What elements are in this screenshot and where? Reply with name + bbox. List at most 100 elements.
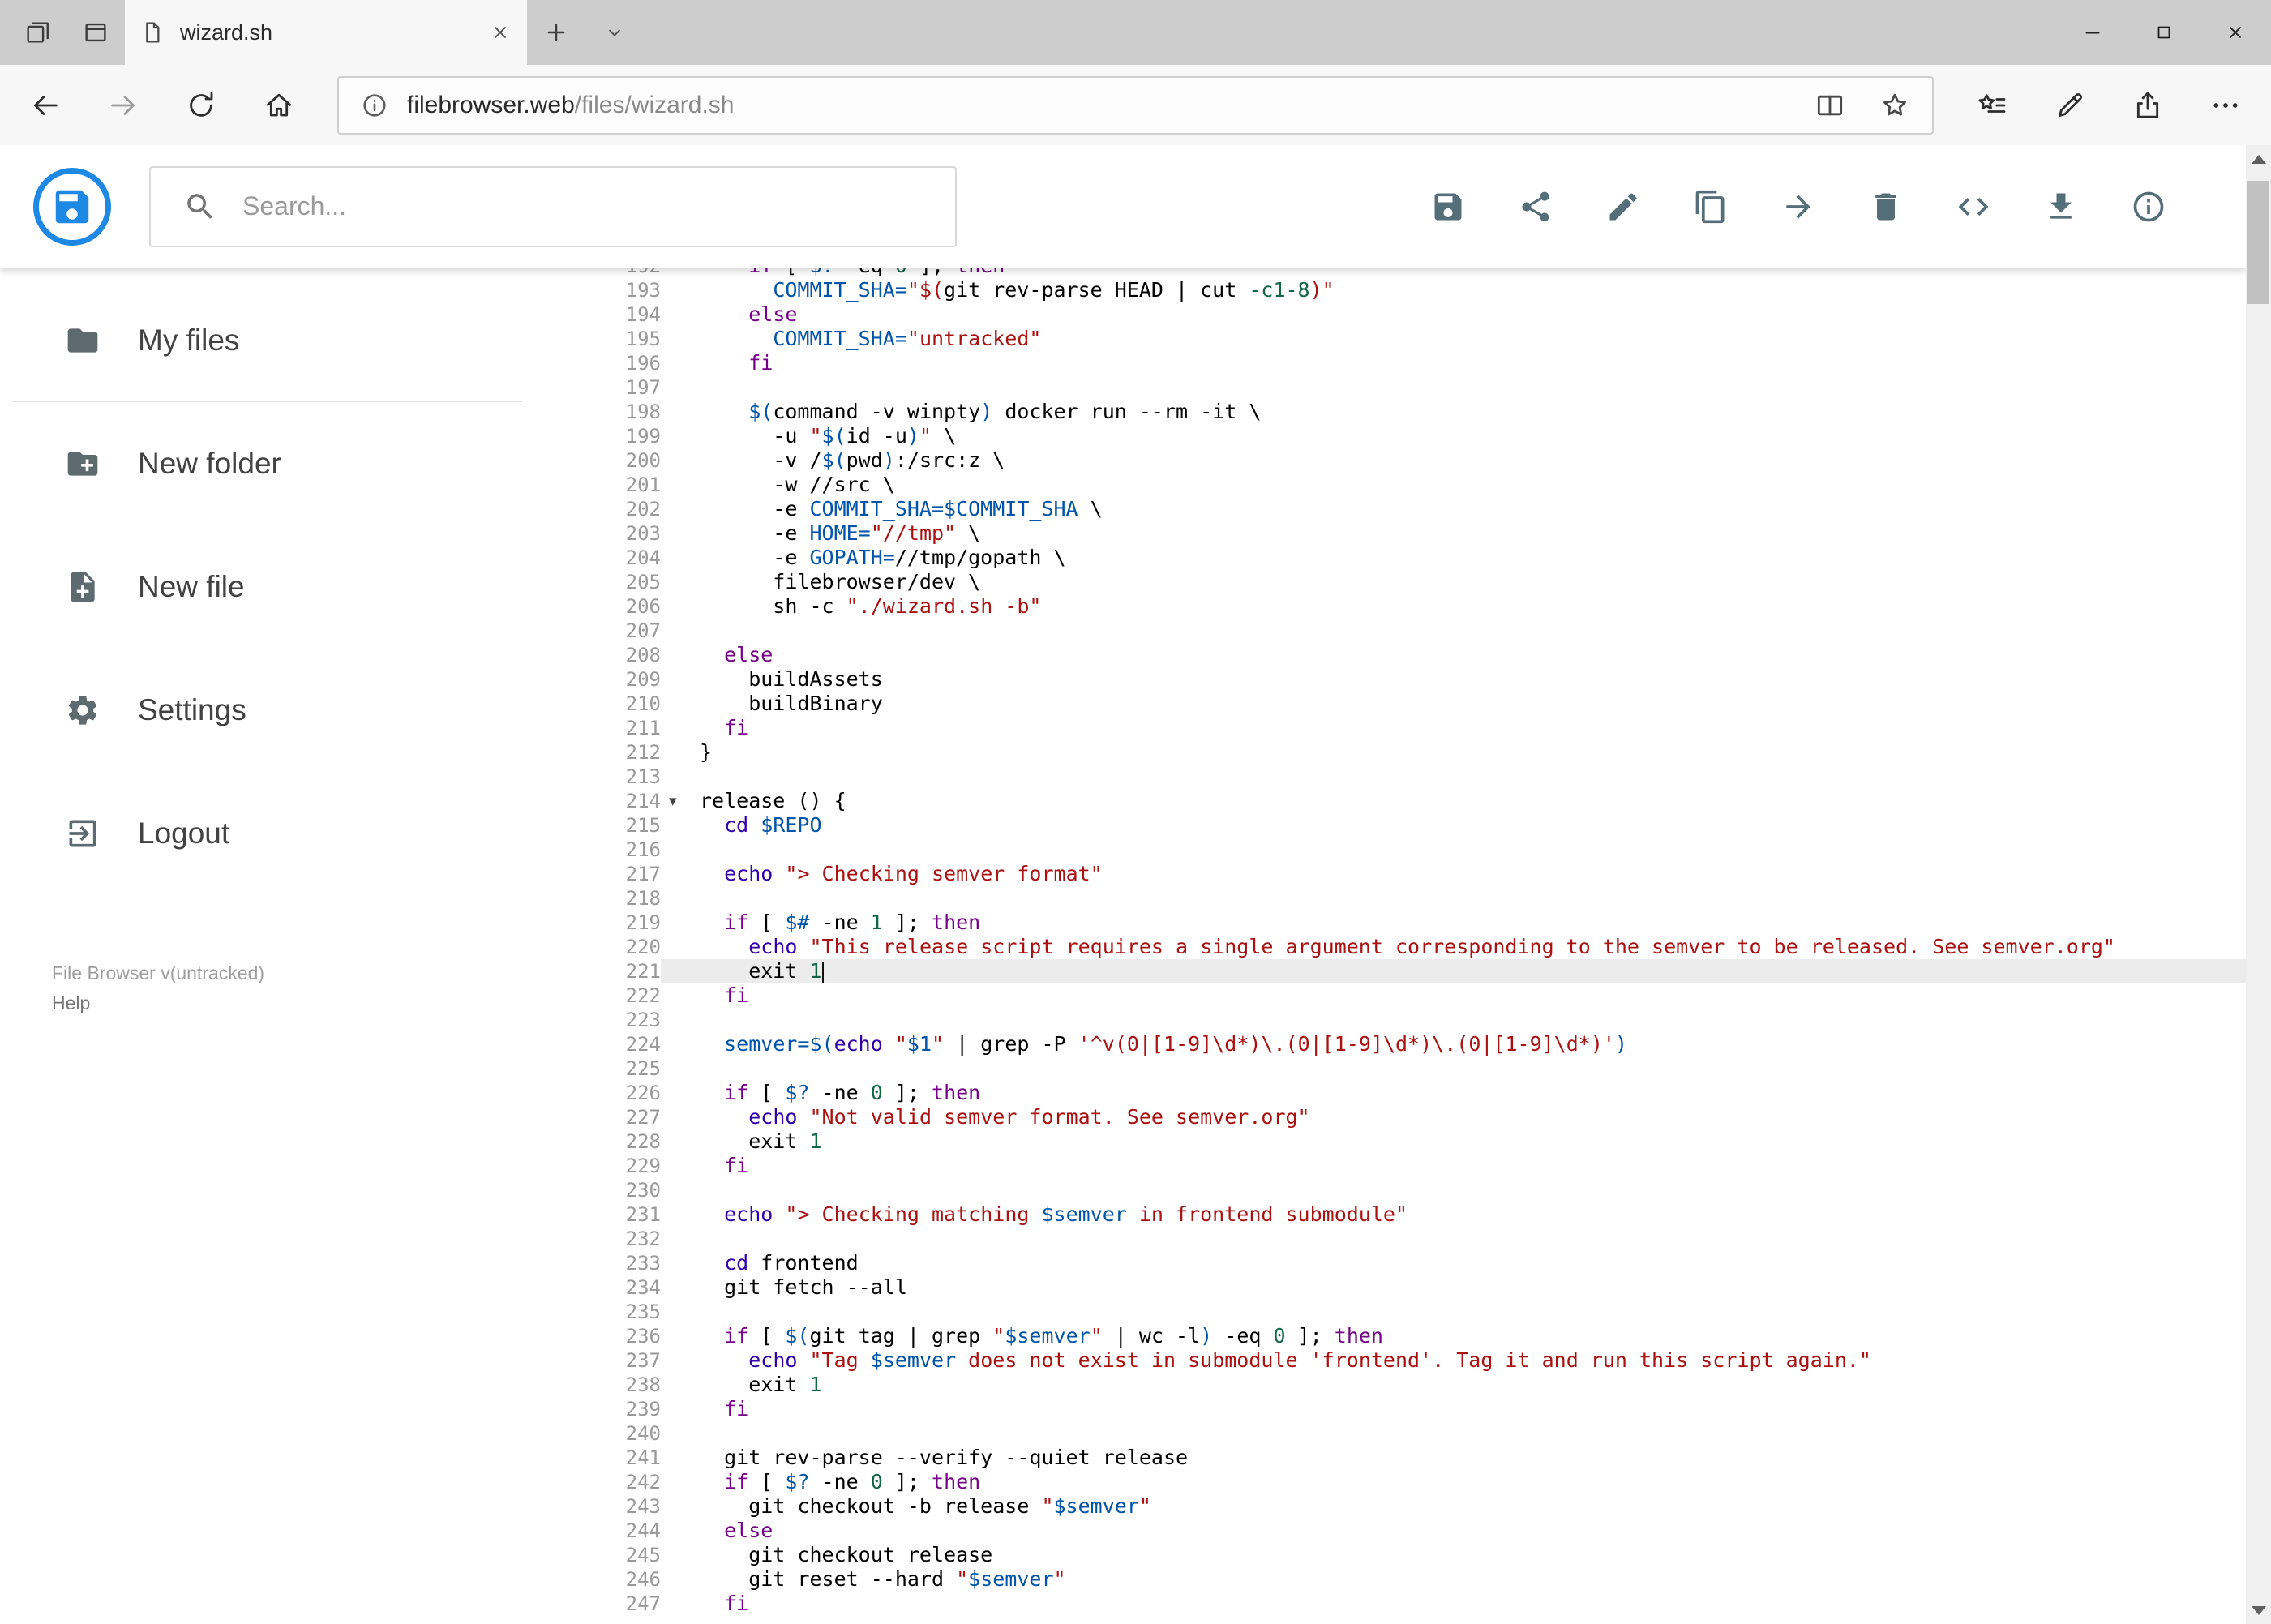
save-button[interactable] <box>1430 189 1466 225</box>
code-line[interactable]: 199 -u "$(id -u)" \ <box>568 424 2246 448</box>
code-line[interactable]: 213 <box>568 765 2246 789</box>
code-line[interactable]: 207 <box>568 619 2246 643</box>
code-line[interactable]: 197 <box>568 375 2246 400</box>
code-line[interactable]: 196 fi <box>568 351 2246 375</box>
code-line[interactable]: 225 <box>568 1056 2246 1081</box>
move-button[interactable] <box>1780 189 1816 225</box>
code-line[interactable]: 230 <box>568 1178 2246 1202</box>
code-line[interactable]: 203 -e HOME="//tmp" \ <box>568 521 2246 546</box>
set-tabs-aside-icon[interactable] <box>66 0 125 65</box>
address-bar[interactable]: filebrowser.web/files/wizard.sh <box>337 75 1934 135</box>
scrollbar-thumb[interactable] <box>2247 181 2269 304</box>
tab-close-icon[interactable] <box>490 22 511 43</box>
code-line[interactable]: 222 fi <box>568 983 2246 1008</box>
more-button[interactable] <box>2187 65 2265 145</box>
sidebar-item-my-files[interactable]: My files <box>0 279 568 402</box>
code-line[interactable]: 218 <box>568 886 2246 911</box>
sidebar-item-new-folder[interactable]: New folder <box>0 402 568 525</box>
code-line[interactable]: 227 echo "Not valid semver format. See s… <box>568 1105 2246 1129</box>
code-line[interactable]: 240 <box>568 1421 2246 1446</box>
code-line[interactable]: 193 COMMIT_SHA="$(git rev-parse HEAD | c… <box>568 278 2246 302</box>
code-line[interactable]: 247 fi <box>568 1592 2246 1616</box>
code-line[interactable]: 242 if [ $? -ne 0 ]; then <box>568 1470 2246 1494</box>
code-line[interactable]: 200 -v /$(pwd):/src:z \ <box>568 448 2246 473</box>
code-line[interactable]: 237 echo "Tag $semver does not exist in … <box>568 1348 2246 1373</box>
home-button[interactable] <box>240 65 318 145</box>
code-line[interactable]: 194 else <box>568 302 2246 327</box>
code-line[interactable]: 224 semver=$(echo "$1" | grep -P '^v(0|[… <box>568 1032 2246 1056</box>
code-line[interactable]: 198 $(command -v winpty) docker run --rm… <box>568 400 2246 424</box>
filebrowser-logo[interactable] <box>33 167 111 246</box>
browser-tab[interactable]: wizard.sh <box>125 0 527 65</box>
hub-button[interactable] <box>1953 65 2031 145</box>
code-line[interactable]: 228 exit 1 <box>568 1129 2246 1154</box>
code-editor[interactable]: 192 if [ $? -eq 0 ]; then193 COMMIT_SHA=… <box>568 268 2246 1624</box>
code-line[interactable]: 214 ▾ release () { <box>568 789 2246 813</box>
code-line[interactable]: 231 echo "> Checking matching $semver in… <box>568 1202 2246 1227</box>
code-line[interactable]: 226 if [ $? -ne 0 ]; then <box>568 1081 2246 1105</box>
code-line[interactable]: 192 if [ $? -eq 0 ]; then <box>568 268 2246 278</box>
info-button[interactable] <box>2131 189 2166 225</box>
code-line[interactable]: 246 git reset --hard "$semver" <box>568 1567 2246 1592</box>
rename-button[interactable] <box>1605 189 1641 225</box>
site-info-icon[interactable] <box>360 91 389 120</box>
code-line[interactable]: 208 else <box>568 643 2246 667</box>
code-line[interactable]: 223 <box>568 1008 2246 1032</box>
help-link[interactable]: Help <box>52 988 568 1018</box>
code-line[interactable]: 234 git fetch --all <box>568 1275 2246 1300</box>
vertical-scrollbar[interactable] <box>2246 145 2271 1624</box>
code-line[interactable]: 205 filebrowser/dev \ <box>568 570 2246 594</box>
forward-button[interactable] <box>84 65 162 145</box>
back-button[interactable] <box>6 65 84 145</box>
code-line[interactable]: 219 if [ $# -ne 1 ]; then <box>568 911 2246 935</box>
code-line[interactable]: 211 fi <box>568 716 2246 740</box>
code-line[interactable]: 220 echo "This release script requires a… <box>568 935 2246 959</box>
scroll-up-arrow[interactable] <box>2246 145 2271 173</box>
tab-preview-chevron-icon[interactable] <box>585 0 644 65</box>
share-edge-button[interactable] <box>2109 65 2187 145</box>
code-line[interactable]: 204 -e GOPATH=//tmp/gopath \ <box>568 546 2246 570</box>
code-line[interactable]: 216 <box>568 838 2246 862</box>
code-line[interactable]: 221 exit 1 <box>568 959 2246 983</box>
code-line[interactable]: 236 if [ $(git tag | grep "$semver" | wc… <box>568 1324 2246 1348</box>
tabs-aside-icon[interactable] <box>8 0 66 65</box>
code-line[interactable]: 209 buildAssets <box>568 667 2246 692</box>
copy-button[interactable] <box>1693 189 1729 225</box>
close-button[interactable] <box>2200 0 2271 65</box>
scroll-down-arrow[interactable] <box>2246 1596 2271 1624</box>
reading-view-icon[interactable] <box>1814 89 1846 122</box>
code-line[interactable]: 210 buildBinary <box>568 692 2246 716</box>
code-line[interactable]: 206 sh -c "./wizard.sh -b" <box>568 594 2246 619</box>
maximize-button[interactable] <box>2128 0 2200 65</box>
refresh-button[interactable] <box>162 65 240 145</box>
sidebar-item-settings[interactable]: Settings <box>0 649 568 772</box>
code-line[interactable]: 217 echo "> Checking semver format" <box>568 862 2246 886</box>
url-text[interactable]: filebrowser.web/files/wizard.sh <box>407 92 1781 119</box>
code-line[interactable]: 202 -e COMMIT_SHA=$COMMIT_SHA \ <box>568 497 2246 521</box>
code-line[interactable]: 243 git checkout -b release "$semver" <box>568 1494 2246 1519</box>
code-line[interactable]: 244 else <box>568 1519 2246 1543</box>
web-note-button[interactable] <box>2031 65 2109 145</box>
favorite-star-icon[interactable] <box>1879 89 1911 122</box>
code-line[interactable]: 238 exit 1 <box>568 1373 2246 1397</box>
code-line[interactable]: 215 cd $REPO <box>568 813 2246 838</box>
code-line[interactable]: 201 -w //src \ <box>568 473 2246 497</box>
share-button[interactable] <box>1518 189 1553 225</box>
code-line[interactable]: 233 cd frontend <box>568 1251 2246 1275</box>
code-line[interactable]: 229 fi <box>568 1154 2246 1178</box>
code-line[interactable]: 245 git checkout release <box>568 1543 2246 1567</box>
code-line[interactable]: 239 fi <box>568 1397 2246 1421</box>
minimize-button[interactable] <box>2057 0 2128 65</box>
new-tab-button[interactable] <box>527 0 585 65</box>
fold-marker-icon[interactable]: ▾ <box>669 789 677 813</box>
raw-editor-button[interactable] <box>1956 189 1991 225</box>
sidebar-item-logout[interactable]: Logout <box>0 772 568 895</box>
search-input[interactable] <box>149 165 957 247</box>
download-button[interactable] <box>2043 189 2079 225</box>
code-line[interactable]: 241 git rev-parse --verify --quiet relea… <box>568 1446 2246 1470</box>
code-line[interactable]: 232 <box>568 1227 2246 1251</box>
sidebar-item-new-file[interactable]: New file <box>0 525 568 649</box>
delete-button[interactable] <box>1868 189 1904 225</box>
code-line[interactable]: 195 COMMIT_SHA="untracked" <box>568 327 2246 351</box>
code-line[interactable]: 212} <box>568 740 2246 765</box>
